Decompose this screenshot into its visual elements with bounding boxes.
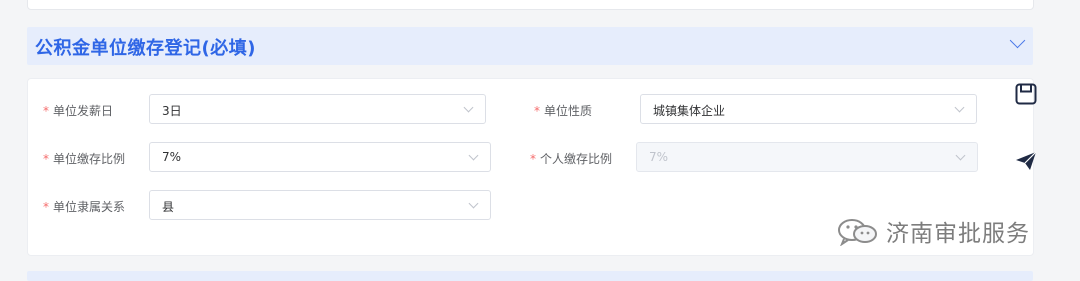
affiliation-value: 县 <box>162 200 175 214</box>
section-header[interactable]: 公积金单位缴存登记(必填) <box>27 27 1033 65</box>
chevron-down-icon <box>955 150 966 161</box>
required-mark: * <box>534 104 540 118</box>
field-label-unit-nature: * 单位性质 <box>534 104 593 118</box>
unit-nature-value: 城镇集体企业 <box>653 104 726 118</box>
chevron-down-icon <box>954 102 965 113</box>
save-icon <box>1015 83 1037 105</box>
required-mark: * <box>530 152 536 166</box>
pay-day-select[interactable]: 3日 <box>149 94 486 124</box>
required-mark: * <box>43 104 49 118</box>
next-section-header[interactable] <box>27 271 1033 281</box>
personal-ratio-select: 7% <box>636 142 978 172</box>
personal-ratio-value: 7% <box>649 150 669 164</box>
save-button[interactable] <box>1015 83 1037 105</box>
field-label-pay-day: * 单位发薪日 <box>43 104 114 118</box>
field-label-unit-ratio: * 单位缴存比例 <box>43 152 126 166</box>
field-label-personal-ratio: * 个人缴存比例 <box>530 152 613 166</box>
required-mark: * <box>43 200 49 214</box>
pay-day-value: 3日 <box>162 104 182 118</box>
unit-ratio-select[interactable]: 7% <box>149 142 491 172</box>
watermark: 济南审批服务 <box>836 215 1030 247</box>
chevron-down-icon <box>468 198 479 209</box>
submit-button[interactable] <box>1015 150 1037 172</box>
chevron-down-icon[interactable] <box>1009 32 1026 49</box>
send-icon <box>1016 151 1037 170</box>
wechat-icon <box>838 219 877 246</box>
chevron-down-icon <box>468 150 479 161</box>
field-label-affiliation: * 单位隶属关系 <box>43 200 126 214</box>
unit-nature-select[interactable]: 城镇集体企业 <box>640 94 977 124</box>
unit-ratio-value: 7% <box>162 150 182 164</box>
previous-section-card <box>27 0 1034 10</box>
section-title: 公积金单位缴存登记(必填) <box>35 38 256 59</box>
required-mark: * <box>43 152 49 166</box>
watermark-text: 济南审批服务 <box>886 221 1030 247</box>
affiliation-select[interactable]: 县 <box>149 190 491 220</box>
chevron-down-icon <box>463 102 474 113</box>
